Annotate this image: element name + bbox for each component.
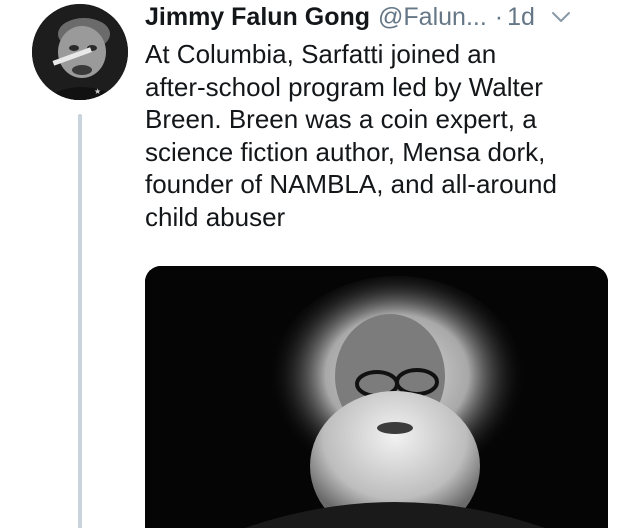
avatar[interactable]: ★: [32, 4, 128, 100]
tweet[interactable]: ★ Jimmy Falun Gong @Falun... · 1d At Col…: [0, 0, 640, 528]
tweet-text-line: At Columbia, Sarfatti joined an: [145, 39, 497, 69]
tweet-header: Jimmy Falun Gong @Falun... · 1d: [145, 0, 573, 34]
avatar-photo: ★: [32, 4, 128, 100]
tweet-text-line: founder of NAMBLA, and all-around: [145, 169, 557, 199]
tweet-text-line: science fiction author, Mensa dork,: [145, 136, 546, 167]
tweet-text-line: after-school program led by Walter: [145, 71, 543, 102]
svg-text:★: ★: [94, 87, 101, 96]
display-name[interactable]: Jimmy Falun Gong: [145, 3, 370, 32]
tweet-text-line: Breen. Breen was a coin expert, a: [145, 104, 537, 134]
timestamp[interactable]: 1d: [507, 3, 535, 32]
user-handle[interactable]: @Falun...: [378, 3, 487, 32]
tweet-text: At Columbia, Sarfatti joined an after-sc…: [145, 38, 615, 233]
separator-dot: ·: [494, 2, 504, 31]
chevron-down-icon[interactable]: [549, 5, 573, 29]
thread-connector-line: [78, 114, 82, 528]
tweet-media-image[interactable]: [145, 266, 608, 528]
tweet-text-line: child abuser: [145, 201, 286, 232]
